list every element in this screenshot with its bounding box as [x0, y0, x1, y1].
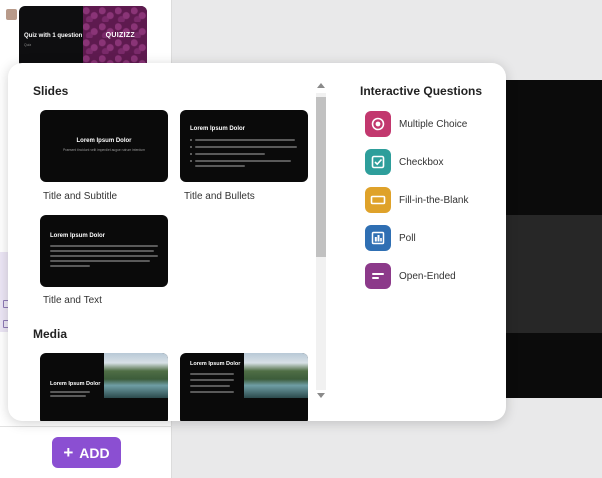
bullet-marker — [190, 153, 192, 155]
text-line — [50, 265, 90, 267]
text-line — [50, 245, 158, 247]
question-type-checkbox[interactable]: Checkbox — [365, 149, 443, 175]
plus-icon: + — [63, 442, 74, 462]
text-line — [50, 260, 150, 262]
slides-heading: Slides — [33, 84, 69, 98]
add-content-popover: Slides Lorem Ipsum Dolor Praesent tincid… — [8, 63, 506, 421]
template-caption: Title and Bullets — [184, 191, 255, 202]
template-title: Lorem Ipsum Dolor — [190, 126, 246, 132]
thumbnail-title: Quiz with 1 question — [24, 33, 83, 39]
add-button[interactable]: + ADD — [52, 437, 121, 468]
text-line — [50, 250, 154, 252]
bullet-line — [195, 160, 291, 162]
thumbnail-subtitle: Quiz — [24, 43, 32, 47]
template-caption: Title and Text — [43, 295, 102, 306]
text-line — [50, 395, 86, 397]
interactive-questions-heading: Interactive Questions — [360, 84, 483, 98]
slide-thumbnail[interactable]: Quiz with 1 question Quiz QUIZIZZ — [19, 6, 147, 68]
poll-icon — [365, 225, 391, 251]
scrollbar-handle[interactable] — [316, 97, 326, 257]
bullet-line — [195, 153, 265, 155]
scroll-up-arrow-icon[interactable] — [317, 83, 325, 88]
bullet-marker — [190, 160, 192, 162]
landscape-image — [104, 353, 168, 398]
bullet-line — [190, 379, 234, 381]
template-caption: Title and Subtitle — [43, 191, 118, 202]
bullet-line — [195, 146, 297, 148]
landscape-image — [244, 353, 308, 398]
template-title-and-bullets[interactable]: Lorem Ipsum Dolor — [180, 110, 308, 182]
question-type-label: Fill-in-the-Blank — [399, 194, 469, 206]
bullet-line — [190, 391, 234, 393]
open-ended-icon — [365, 263, 391, 289]
template-title-and-text[interactable]: Lorem Ipsum Dolor — [40, 215, 168, 287]
template-title: Lorem Ipsum Dolor — [50, 381, 101, 387]
media-heading: Media — [33, 327, 68, 341]
slide-type-icon — [6, 9, 17, 20]
template-media-bullets[interactable]: Lorem Ipsum Dolor — [180, 353, 308, 421]
question-type-open-ended[interactable]: Open-Ended — [365, 263, 456, 289]
bullet-line — [195, 139, 295, 141]
template-media-title[interactable]: Lorem Ipsum Dolor — [40, 353, 168, 421]
question-type-label: Poll — [399, 232, 416, 244]
template-title: Lorem Ipsum Dolor — [190, 361, 241, 367]
question-type-fill-in-the-blank[interactable]: Fill-in-the-Blank — [365, 187, 468, 213]
bullet-marker — [190, 146, 192, 148]
question-type-poll[interactable]: Poll — [365, 225, 416, 251]
template-title-and-subtitle[interactable]: Lorem Ipsum Dolor Praesent tincidunt vel… — [40, 110, 168, 182]
blank-field-icon — [365, 187, 391, 213]
question-type-label: Multiple Choice — [399, 118, 468, 130]
template-subtitle: Praesent tincidunt velit imperdiet augue… — [63, 148, 145, 152]
templates-scrollbar[interactable] — [315, 83, 326, 398]
radio-button-icon — [365, 111, 391, 137]
bullet-line — [190, 385, 230, 387]
template-title: Lorem Ipsum Dolor — [76, 138, 132, 144]
bullet-line — [190, 373, 234, 375]
template-title: Lorem Ipsum Dolor — [50, 233, 106, 239]
text-line — [50, 255, 158, 257]
question-type-label: Checkbox — [399, 156, 444, 168]
question-type-label: Open-Ended — [399, 270, 456, 282]
quizizz-logo: QUIZIZZ — [105, 32, 135, 39]
add-button-label: ADD — [79, 444, 110, 461]
question-type-multiple-choice[interactable]: Multiple Choice — [365, 111, 467, 137]
sidebar-divider — [0, 426, 172, 427]
text-line — [50, 391, 90, 393]
bullet-line — [195, 165, 245, 167]
scroll-down-arrow-icon[interactable] — [317, 393, 325, 398]
bullet-marker — [190, 139, 192, 141]
checkbox-icon — [365, 149, 391, 175]
